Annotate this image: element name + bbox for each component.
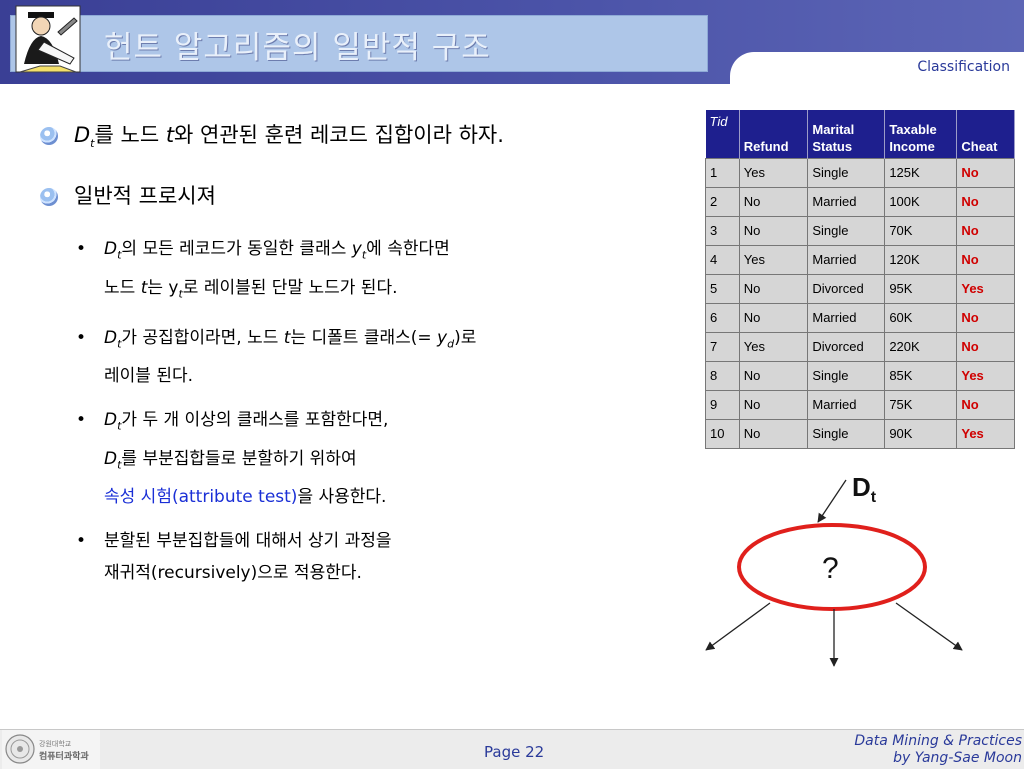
bullet-icon bbox=[40, 127, 58, 145]
table-cell: 70K bbox=[884, 215, 958, 246]
branch-left-arrow bbox=[705, 602, 771, 651]
table-header-cheat: Cheat bbox=[956, 110, 1015, 158]
table-cell: 60K bbox=[884, 302, 958, 333]
table-cell: Married bbox=[807, 186, 886, 217]
table-cell: No bbox=[956, 331, 1015, 362]
table-cell: No bbox=[956, 302, 1015, 333]
sub-bullet-3: • Dt가 두 개 이상의 클래스를 포함한다면, Dt를 부분집합들로 분할하… bbox=[40, 404, 700, 513]
table-row: 2 No Married 100K No bbox=[705, 186, 1015, 217]
table-cell: Yes bbox=[956, 273, 1015, 304]
table-header-taxable: Taxable Income bbox=[884, 110, 958, 158]
table-cell: Yes bbox=[956, 418, 1015, 449]
table-cell: 2 bbox=[705, 186, 740, 217]
table-row: 10 No Single 90K Yes bbox=[705, 418, 1015, 449]
table-row: 6 No Married 60K No bbox=[705, 302, 1015, 333]
table-cell: Single bbox=[807, 418, 886, 449]
university-logo: 강원대학교 컴퓨터과학과 bbox=[2, 730, 100, 769]
dot-bullet-icon: • bbox=[76, 531, 87, 552]
table-cell: 85K bbox=[884, 360, 958, 391]
table-cell: 1 bbox=[705, 157, 740, 188]
slide-footer: 강원대학교 컴퓨터과학과 Page 22 Data Mining & Pract… bbox=[0, 729, 1024, 769]
table-cell: Yes bbox=[738, 157, 809, 188]
table-cell: No bbox=[956, 389, 1015, 420]
dt-label: Dt bbox=[852, 472, 877, 506]
table-row: 4 Yes Married 120K No bbox=[705, 244, 1015, 275]
bullet-point-1: Dt를 노드 t와 연관된 훈련 레코드 집합이라 하자. bbox=[40, 120, 700, 159]
table-cell: Yes bbox=[738, 244, 809, 275]
section-tab-label: Classification bbox=[917, 59, 1010, 75]
table-cell: 125K bbox=[884, 157, 958, 188]
table-cell: No bbox=[738, 273, 809, 304]
dot-bullet-icon: • bbox=[76, 327, 87, 348]
table-cell: No bbox=[956, 244, 1015, 275]
svg-text:컴퓨터과학과: 컴퓨터과학과 bbox=[39, 750, 89, 762]
table-cell: Married bbox=[807, 389, 886, 420]
table-cell: 5 bbox=[705, 273, 740, 304]
table-cell: 8 bbox=[705, 360, 740, 391]
table-cell: No bbox=[956, 186, 1015, 217]
slide-title: 헌트 알고리즘의 일반적 구조 bbox=[104, 30, 491, 66]
sub-bullet-1: • Dt의 모든 레코드가 동일한 클래스 yt에 속한다면 노드 t는 yt로… bbox=[40, 233, 700, 310]
table-cell: 90K bbox=[884, 418, 958, 449]
table-cell: Single bbox=[807, 215, 886, 246]
table-row: 1 Yes Single 125K No bbox=[705, 157, 1015, 188]
table-row: 9 No Married 75K No bbox=[705, 389, 1015, 420]
table-cell: Single bbox=[807, 157, 886, 188]
dot-bullet-icon: • bbox=[76, 239, 87, 260]
table-cell: No bbox=[738, 215, 809, 246]
table-header-marital: Marital Status bbox=[807, 110, 886, 158]
table-cell: Single bbox=[807, 360, 886, 391]
table-cell: 95K bbox=[884, 273, 958, 304]
scholar-logo-icon bbox=[15, 5, 81, 73]
branch-right-arrow bbox=[895, 602, 963, 651]
bullet-icon bbox=[40, 188, 58, 207]
table-cell: Divorced bbox=[807, 331, 886, 362]
sub-bullet-4: • 분할된 부분집합들에 대해서 상기 과정을 재귀적(recursively)… bbox=[40, 525, 700, 589]
table-cell: Yes bbox=[738, 331, 809, 362]
table-cell: Married bbox=[807, 244, 886, 275]
table-cell: Divorced bbox=[807, 273, 886, 304]
table-cell: 100K bbox=[884, 186, 958, 217]
table-row: 5 No Divorced 95K Yes bbox=[705, 273, 1015, 304]
sub-bullet-2: • Dt가 공집합이라면, 노드 t는 디폴트 클래스(= yd)로 레이블 된… bbox=[40, 322, 700, 392]
table-cell: 7 bbox=[705, 331, 740, 362]
slide-body: Dt를 노드 t와 연관된 훈련 레코드 집합이라 하자. 일반적 프로시져 •… bbox=[40, 120, 700, 601]
table-row: 3 No Single 70K No bbox=[705, 215, 1015, 246]
table-cell: No bbox=[738, 418, 809, 449]
course-credit: Data Mining & Practices by Yang-Sae Moon bbox=[854, 733, 1022, 766]
training-records-table: Tid Refund Marital Status Taxable Income Cheat… bbox=[705, 110, 1015, 449]
table-cell: Yes bbox=[956, 360, 1015, 391]
table-cell: 220K bbox=[884, 331, 958, 362]
table-cell: 10 bbox=[705, 418, 740, 449]
table-cell: No bbox=[738, 302, 809, 333]
table-cell: No bbox=[738, 186, 809, 217]
table-cell: 75K bbox=[884, 389, 958, 420]
table-cell: 9 bbox=[705, 389, 740, 420]
page-number: Page 22 bbox=[484, 743, 545, 761]
node-question: ? bbox=[822, 552, 839, 585]
table-cell: 6 bbox=[705, 302, 740, 333]
table-header-tid: Tid bbox=[705, 110, 740, 158]
table-cell: Married bbox=[807, 302, 886, 333]
table-cell: 3 bbox=[705, 215, 740, 246]
table-cell: No bbox=[738, 389, 809, 420]
table-header-refund: Refund bbox=[739, 110, 809, 158]
table-cell: No bbox=[956, 215, 1015, 246]
dot-bullet-icon: • bbox=[76, 410, 87, 431]
table-cell: No bbox=[956, 157, 1015, 188]
table-cell: 120K bbox=[884, 244, 958, 275]
svg-text:강원대학교: 강원대학교 bbox=[39, 739, 72, 748]
table-row: 7 Yes Divorced 220K No bbox=[705, 331, 1015, 362]
table-row: 8 No Single 85K Yes bbox=[705, 360, 1015, 391]
incoming-arrow bbox=[817, 479, 847, 523]
table-cell: 4 bbox=[705, 244, 740, 275]
tree-node-diagram: Dt ? bbox=[705, 472, 963, 667]
table-cell: No bbox=[738, 360, 809, 391]
bullet-point-2: 일반적 프로시져 bbox=[40, 181, 700, 211]
attribute-test-highlight: 속성 시험(attribute test) bbox=[104, 487, 298, 508]
